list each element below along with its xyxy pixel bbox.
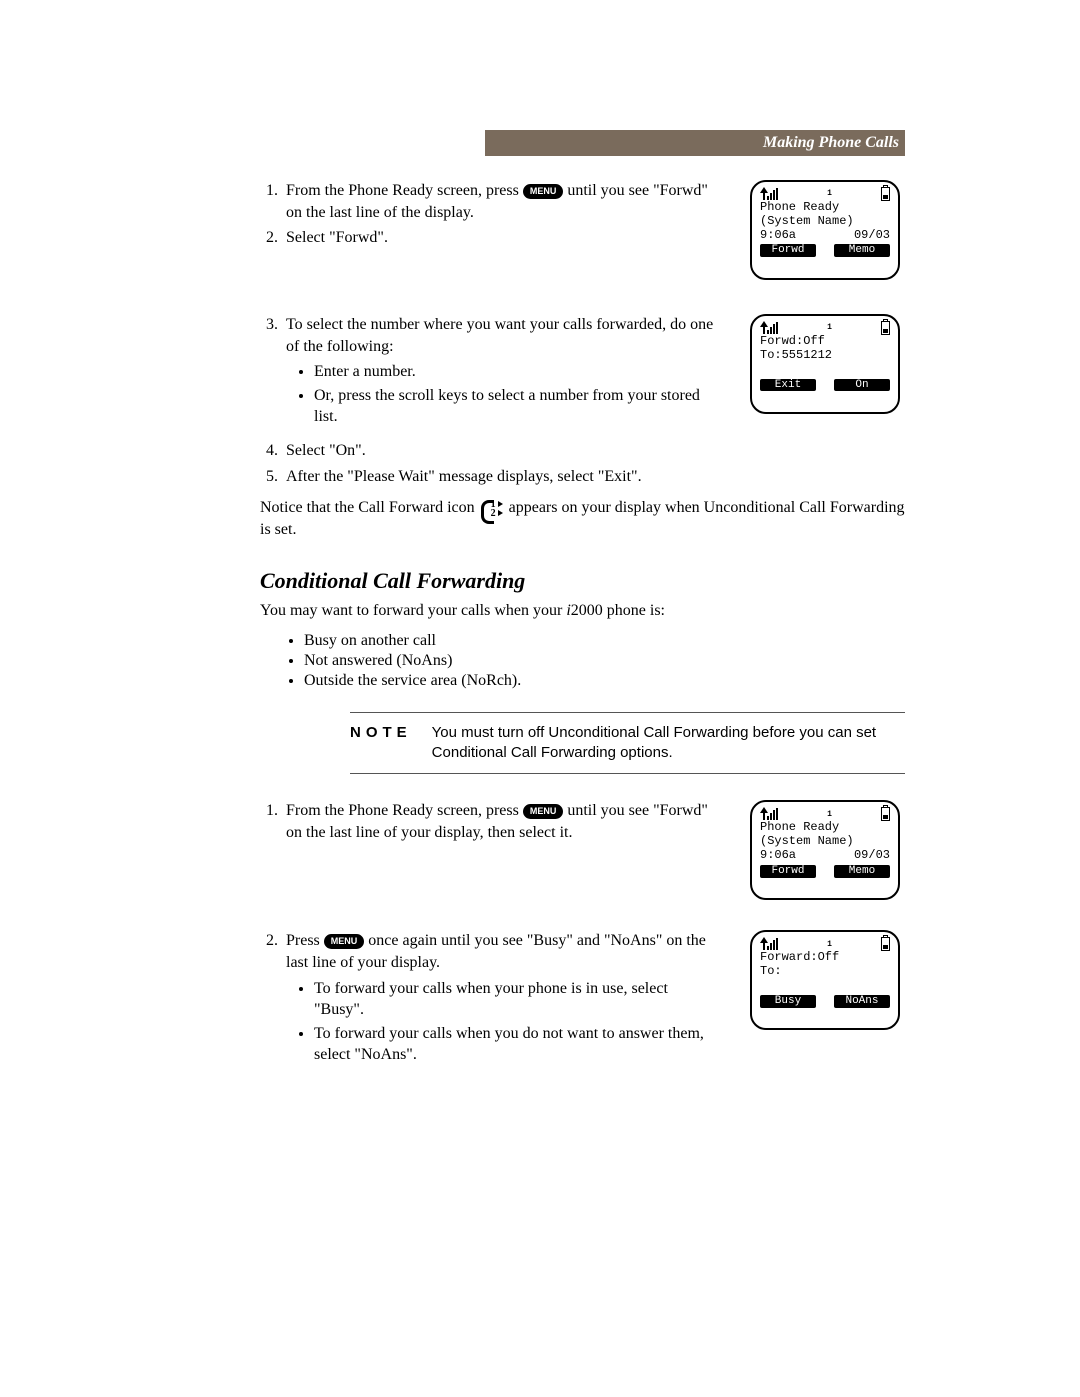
top-indicator-num: 1	[827, 189, 832, 198]
step-5: After the "Please Wait" message displays…	[282, 466, 905, 488]
softkey-right: NoAns	[834, 995, 890, 1008]
screen3-line1: Phone Ready	[760, 821, 890, 835]
signal-icon	[760, 322, 778, 334]
battery-icon	[881, 937, 890, 951]
row-sec2-step2: Press MENU once again until you see "Bus…	[260, 930, 905, 1070]
phone-screen-3: 1 Phone Ready (System Name) 9:06a 09/03 …	[750, 800, 900, 900]
sec2-step2-a: Press	[286, 932, 324, 949]
softkey-right: On	[834, 379, 890, 392]
screen3-time: 9:06a	[760, 849, 796, 863]
step-4: Select "On".	[282, 440, 905, 462]
step-1: From the Phone Ready screen, press MENU …	[282, 180, 720, 223]
note-block: NOTE You must turn off Unconditional Cal…	[350, 712, 905, 775]
menu-button-icon: MENU	[324, 934, 365, 949]
screen1-time: 9:06a	[760, 229, 796, 243]
cond-intro-b: phone is:	[603, 602, 665, 619]
sec2-step2-bullet-2: To forward your calls when you do not wa…	[314, 1023, 720, 1066]
screen4-line2: To:	[760, 965, 890, 979]
conditional-intro: You may want to forward your calls when …	[260, 600, 905, 622]
row-step-3: To select the number where you want your…	[260, 314, 905, 438]
battery-icon	[881, 321, 890, 335]
screen2-line1: Forwd:Off	[760, 335, 890, 349]
signal-icon	[760, 188, 778, 200]
step-3-bullet-1: Enter a number.	[314, 361, 720, 383]
softkey-right: Memo	[834, 244, 890, 257]
phone-screen-4: 1 Forward:Off To: Busy NoAns	[750, 930, 900, 1030]
battery-icon	[881, 187, 890, 201]
phone-screen-1: 1 Phone Ready (System Name) 9:06a 09/03 …	[750, 180, 900, 280]
section-header: Making Phone Calls	[485, 130, 905, 156]
step-3-bullet-2: Or, press the scroll keys to select a nu…	[314, 385, 720, 428]
note-text: You must turn off Unconditional Call For…	[432, 723, 905, 764]
signal-icon	[760, 808, 778, 820]
cond-intro-a: You may want to forward your calls when …	[260, 602, 566, 619]
screen2-line2: To:5551212	[760, 349, 890, 363]
top-indicator-num: 1	[827, 810, 832, 819]
note-label: NOTE	[350, 723, 412, 764]
menu-button-icon: MENU	[523, 184, 564, 199]
page: Making Phone Calls From the Phone Ready …	[0, 0, 1080, 1170]
softkey-left: Forwd	[760, 244, 816, 257]
notice-paragraph: Notice that the Call Forward icon 12 app…	[260, 497, 905, 540]
step-2: Select "Forwd".	[282, 227, 720, 249]
screen1-line2: (System Name)	[760, 215, 890, 229]
signal-icon	[760, 938, 778, 950]
call-forward-icon: 12	[481, 499, 503, 519]
model-num: 2000	[571, 602, 603, 619]
sec2-step-2: Press MENU once again until you see "Bus…	[282, 930, 720, 1066]
cond-bullet-1: Busy on another call	[304, 632, 905, 650]
sec2-step-1: From the Phone Ready screen, press MENU …	[282, 800, 720, 843]
sec2-step1-a: From the Phone Ready screen, press	[286, 802, 523, 819]
top-indicator-num: 1	[827, 940, 832, 949]
row-sec2-step1: From the Phone Ready screen, press MENU …	[260, 800, 905, 924]
softkey-left: Forwd	[760, 865, 816, 878]
step-3-text: To select the number where you want your…	[286, 316, 713, 355]
screen3-line2: (System Name)	[760, 835, 890, 849]
step-3: To select the number where you want your…	[282, 314, 720, 428]
phone-screen-2: 1 Forwd:Off To:5551212 Exit On	[750, 314, 900, 414]
notice-text-a: Notice that the Call Forward icon	[260, 499, 479, 516]
top-indicator-num: 1	[827, 323, 832, 332]
screen4-line1: Forward:Off	[760, 951, 890, 965]
cond-bullet-2: Not answered (NoAns)	[304, 652, 905, 670]
battery-icon	[881, 807, 890, 821]
screen3-date: 09/03	[854, 849, 890, 863]
screen1-line1: Phone Ready	[760, 201, 890, 215]
cond-bullet-3: Outside the service area (NoRch).	[304, 672, 905, 690]
step-1-text-a: From the Phone Ready screen, press	[286, 182, 523, 199]
softkey-left: Busy	[760, 995, 816, 1008]
softkey-left: Exit	[760, 379, 816, 392]
sec2-step2-bullet-1: To forward your calls when your phone is…	[314, 978, 720, 1021]
screen1-date: 09/03	[854, 229, 890, 243]
softkey-right: Memo	[834, 865, 890, 878]
conditional-heading: Conditional Call Forwarding	[260, 568, 905, 594]
row-steps-1-2: From the Phone Ready screen, press MENU …	[260, 180, 905, 304]
menu-button-icon: MENU	[523, 804, 564, 819]
